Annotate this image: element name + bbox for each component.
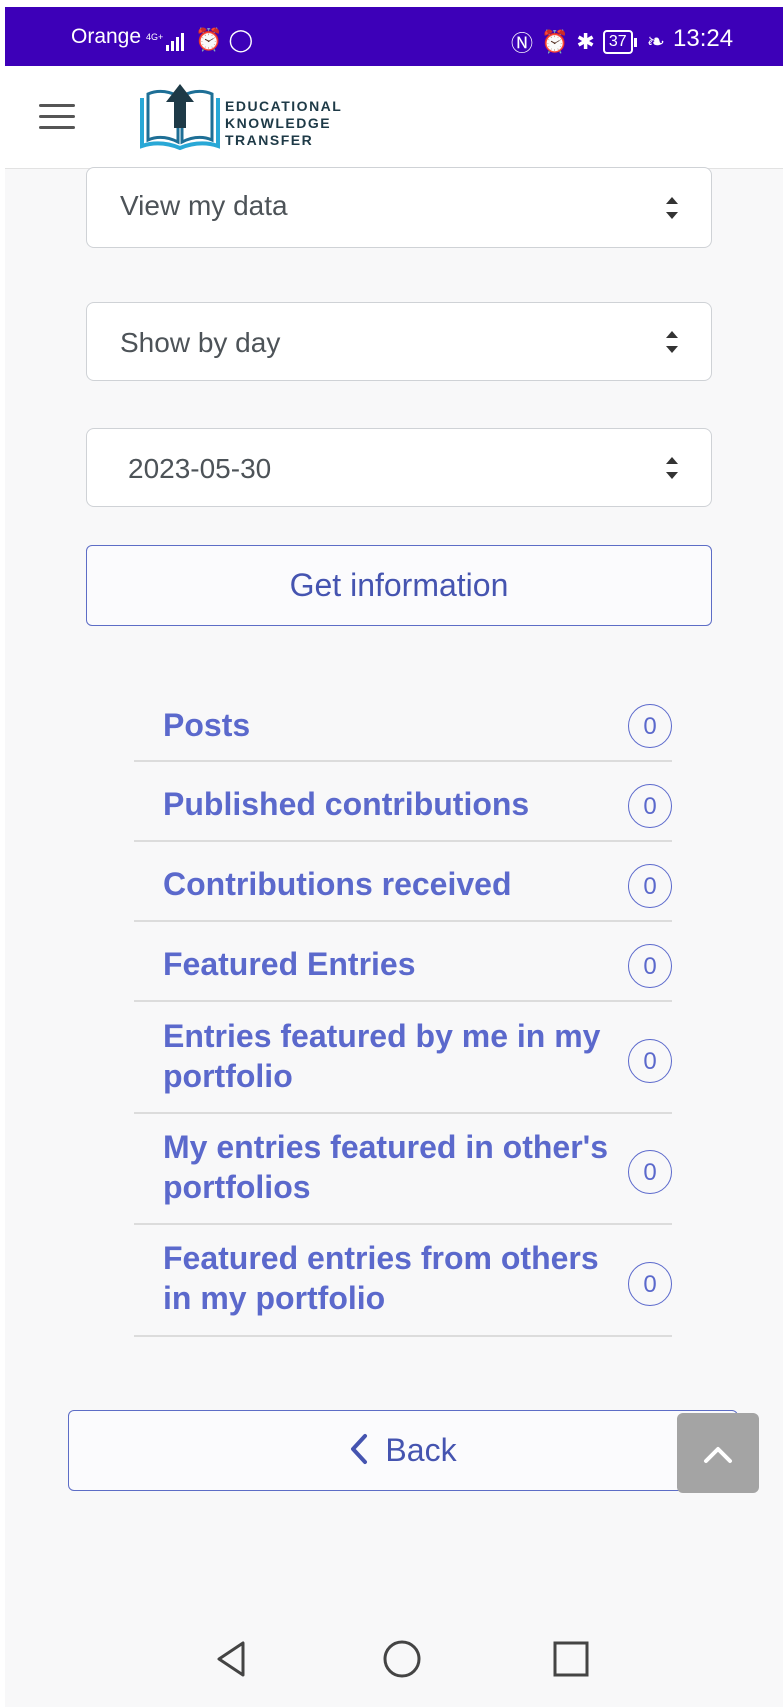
date-select-value: 2023-05-30	[128, 453, 272, 484]
network-type: 4G+	[146, 32, 163, 42]
chevron-left-icon	[351, 1434, 368, 1464]
main-content: View my data Show by day 2023-05-30 Get …	[5, 167, 783, 1609]
select-arrows-icon	[666, 197, 678, 219]
stat-row-my-entries-featured-in-others[interactable]: My entries featured in other's portfolio…	[134, 1114, 672, 1225]
stat-row-entries-featured-by-me[interactable]: Entries featured by me in my portfolio 0	[134, 1002, 672, 1114]
back-label: Back	[385, 1432, 457, 1468]
stat-row-featured-entries[interactable]: Featured Entries 0	[134, 922, 672, 1002]
carrier-name: Orange	[71, 25, 142, 48]
stat-label: Entries featured by me in my portfolio	[163, 1018, 601, 1094]
leaf-icon: ❧	[646, 29, 666, 54]
stat-label: Featured Entries	[163, 946, 416, 982]
status-left-icons: ⏰ ◯	[195, 27, 253, 53]
stat-count-badge: 0	[628, 864, 672, 908]
hamburger-icon[interactable]	[39, 104, 75, 130]
status-right-icons: Ⓝ ⏰ ✱ 37 ❧	[511, 26, 665, 58]
period-select-value: Show by day	[120, 327, 281, 358]
logo-line: TRANSFER	[225, 132, 314, 148]
logo-book-icon	[140, 84, 220, 151]
clock: 13:24	[673, 25, 734, 52]
date-select[interactable]: 2023-05-30	[86, 428, 712, 507]
stat-count-badge: 0	[628, 944, 672, 988]
alarm-icon: ⏰	[541, 29, 569, 54]
scroll-to-top-button[interactable]	[677, 1413, 759, 1493]
alarm-icon: ⏰	[195, 27, 223, 52]
nfc-icon: Ⓝ	[511, 31, 534, 56]
select-arrows-icon	[666, 331, 678, 353]
data-select-value: View my data	[120, 190, 288, 221]
stat-label: Featured entries from others in my portf…	[163, 1240, 599, 1316]
select-arrows-icon	[666, 457, 678, 479]
logo-text: EDUCATIONAL KNOWLEDGE TRANSFER	[225, 98, 342, 149]
app-header: EDUCATIONAL KNOWLEDGE TRANSFER	[5, 66, 783, 169]
triangle-back-icon[interactable]	[213, 1639, 253, 1679]
logo-line: EDUCATIONAL	[225, 98, 343, 114]
get-information-label: Get information	[289, 567, 509, 603]
get-information-button[interactable]: Get information	[86, 545, 712, 626]
back-button[interactable]: Back	[68, 1410, 738, 1491]
circle-home-icon[interactable]	[382, 1639, 422, 1679]
stat-count-badge: 0	[628, 1039, 672, 1083]
signal-icon: 4G+	[146, 32, 184, 51]
stat-count-badge: 0	[628, 1150, 672, 1194]
battery-icon: 37	[602, 30, 637, 54]
logo-line: KNOWLEDGE	[225, 115, 332, 131]
stat-row-featured-from-others[interactable]: Featured entries from others in my portf…	[134, 1225, 672, 1337]
stat-label: Posts	[163, 707, 251, 743]
stat-label: Contributions received	[163, 866, 512, 902]
stat-count-badge: 0	[628, 704, 672, 748]
stat-label: My entries featured in other's portfolio…	[163, 1129, 609, 1205]
android-nav-bar	[5, 1609, 783, 1707]
stat-count-badge: 0	[628, 784, 672, 828]
chevron-up-icon	[704, 1447, 732, 1463]
stat-count-badge: 0	[628, 1262, 672, 1306]
stat-row-posts[interactable]: Posts 0	[134, 704, 672, 762]
bluetooth-icon: ✱	[576, 29, 595, 54]
period-select[interactable]: Show by day	[86, 302, 712, 381]
stat-label: Published contributions	[163, 786, 530, 822]
status-bar: Orange 4G+ ⏰ ◯ Ⓝ ⏰ ✱ 37 ❧ 13:24	[5, 7, 783, 66]
data-select[interactable]: View my data	[86, 167, 712, 248]
stat-row-published-contributions[interactable]: Published contributions 0	[134, 762, 672, 842]
sync-icon: ◯	[228, 27, 254, 52]
square-recent-icon[interactable]	[551, 1639, 591, 1679]
stat-row-contributions-received[interactable]: Contributions received 0	[134, 842, 672, 922]
